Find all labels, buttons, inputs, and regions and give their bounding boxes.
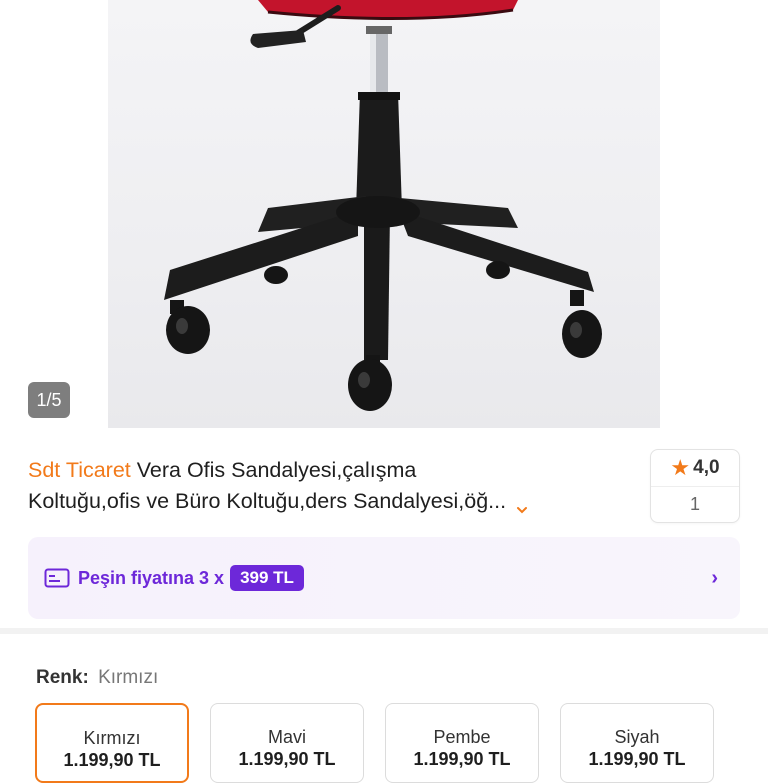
title-text-2: Koltuğu,ofis ve Büro Koltuğu,ders Sandal… <box>28 489 507 513</box>
installment-banner[interactable]: Peşin fiyatına 3 x 399 TL › <box>28 537 740 619</box>
title-text-1: Vera Ofis Sandalyesi,çalışma <box>136 458 417 482</box>
variant-price: 1.199,90 TL <box>588 749 686 769</box>
variant-option-siyah[interactable]: Siyah 1.199,90 TL <box>560 703 714 783</box>
office-chair-image <box>164 0 602 411</box>
rating-score: ★ 4,0 <box>651 450 739 487</box>
variant-price: 1.199,90 TL <box>413 749 511 769</box>
product-title: Sdt Ticaret Vera Ofis Sandalyesi,çalışma… <box>28 455 640 517</box>
chevron-right-icon[interactable]: › <box>711 567 718 590</box>
review-count: 1 <box>689 494 700 514</box>
variant-name: Kırmızı <box>83 728 141 748</box>
credit-card-icon <box>44 568 70 588</box>
variant-name: Mavi <box>267 727 306 747</box>
star-icon: ★ <box>670 455 691 480</box>
chevron-down-icon[interactable] <box>516 494 528 513</box>
variant-name: Siyah <box>614 727 660 747</box>
product-gallery[interactable]: 1/5 <box>0 0 768 428</box>
variant-price: 1.199,90 TL <box>238 749 336 769</box>
brand-link[interactable]: Sdt Ticaret <box>28 458 131 482</box>
variant-option-kirmizi[interactable]: Kırmızı 1.199,90 TL <box>35 703 189 783</box>
installment-label: Peşin fiyatına 3 x <box>78 567 225 588</box>
rating-value: 4,0 <box>693 457 720 478</box>
installment-price-badge: 399 TL <box>230 565 304 591</box>
color-variant-list: Kırmızı 1.199,90 TL Mavi 1.199,90 TL Pem… <box>35 703 735 783</box>
section-divider <box>0 628 768 634</box>
product-photo[interactable] <box>108 0 660 428</box>
variant-name: Pembe <box>433 727 491 747</box>
color-label-value: Kırmızı <box>98 667 159 688</box>
variant-option-mavi[interactable]: Mavi 1.199,90 TL <box>210 703 364 783</box>
title-line-2[interactable]: Koltuğu,ofis ve Büro Koltuğu,ders Sandal… <box>28 486 640 517</box>
title-line-1: Sdt Ticaret Vera Ofis Sandalyesi,çalışma <box>28 455 640 486</box>
color-selection-label: Renk: Kırmızı <box>36 667 158 689</box>
image-page-indicator: 1/5 <box>28 382 70 418</box>
color-label-key: Renk: <box>36 667 89 688</box>
rating-box[interactable]: ★ 4,0 1 <box>650 449 740 523</box>
variant-option-pembe[interactable]: Pembe 1.199,90 TL <box>385 703 539 783</box>
